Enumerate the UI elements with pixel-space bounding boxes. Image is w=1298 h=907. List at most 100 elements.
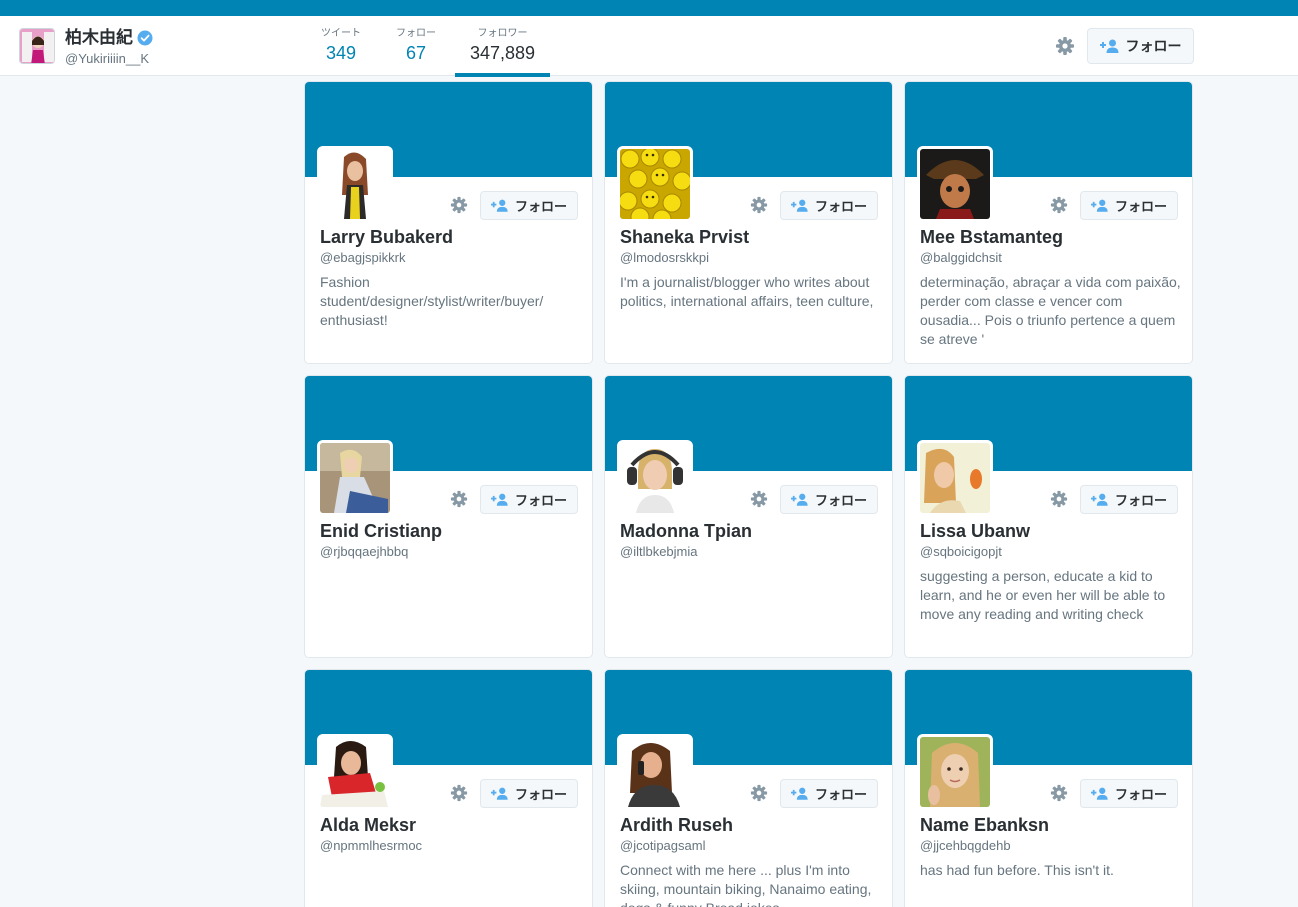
user-handle: @lmodosrskkpi [620, 250, 710, 265]
follow-button-label: フォロー [1125, 38, 1182, 54]
user-handle: @sqboicigopjt [920, 544, 1002, 559]
user-avatar[interactable] [617, 146, 693, 222]
gear-icon[interactable] [450, 490, 468, 508]
user-bio: determinação, abraçar a vida com paixão,… [920, 274, 1181, 347]
person-plus-icon [490, 493, 508, 506]
user-avatar[interactable] [317, 440, 393, 516]
gear-icon[interactable] [1050, 490, 1068, 508]
tab-tweets[interactable]: ツイート 349 [305, 16, 377, 76]
user-avatar[interactable] [317, 146, 393, 222]
person-plus-icon [790, 787, 808, 800]
verified-badge-icon [137, 30, 153, 46]
user-card[interactable]: フォロー Mee Bstamanteg @balggidchsit determ… [904, 81, 1193, 364]
tab-following[interactable]: フォロー 67 [377, 16, 455, 76]
user-name[interactable]: Alda Meksr [320, 815, 416, 836]
user-name[interactable]: Shaneka Prvist [620, 227, 749, 248]
user-handle: @npmmlhesrmoc [320, 838, 423, 853]
follow-button[interactable]: フォロー [1080, 191, 1178, 220]
profile-handle: @Yukiriiiin__K [65, 51, 150, 66]
gear-icon[interactable] [450, 196, 468, 214]
follow-button[interactable]: フォロー [1080, 485, 1178, 514]
gear-icon[interactable] [750, 196, 768, 214]
follow-button[interactable]: フォロー [480, 485, 578, 514]
user-avatar[interactable] [617, 734, 693, 810]
profile-summary[interactable]: 柏木由紀 @Yukiriiiin__K [19, 28, 153, 67]
follow-button-label: フォロー [1114, 787, 1167, 802]
profile-avatar[interactable] [19, 28, 55, 64]
follow-button-label: フォロー [814, 199, 867, 214]
person-plus-icon [1090, 199, 1108, 212]
user-name[interactable]: Enid Cristianp [320, 521, 442, 542]
user-handle: @jcotipagsaml [620, 838, 706, 853]
user-card[interactable]: フォロー Shaneka Prvist @lmodosrskkpi I'm a … [604, 81, 893, 364]
gear-icon[interactable] [750, 490, 768, 508]
user-handle: @ebagjspikkrk [320, 250, 406, 265]
user-card[interactable]: フォロー Ardith Ruseh @jcotipagsaml Connect … [604, 669, 893, 907]
user-avatar[interactable] [917, 734, 993, 810]
user-bio: Connect with me here ... plus I'm into s… [620, 862, 872, 907]
follow-button[interactable]: フォロー [1080, 779, 1178, 808]
user-handle: @rjbqqaejhbbq [320, 544, 409, 559]
user-card[interactable]: フォロー Madonna Tpian @iltlbkebjmia [604, 375, 893, 658]
follow-button-label: フォロー [814, 787, 867, 802]
follow-button-label: フォロー [814, 493, 867, 508]
gear-icon[interactable] [750, 784, 768, 802]
user-name[interactable]: Name Ebanksn [920, 815, 1049, 836]
user-avatar[interactable] [317, 734, 393, 810]
person-plus-icon [1090, 493, 1108, 506]
person-plus-icon [490, 787, 508, 800]
user-avatar[interactable] [617, 440, 693, 516]
stat-label-followers: フォロワー [477, 28, 528, 39]
followers-grid: フォロー Larry Bubakerd @ebagjspikkrk Fashio… [304, 81, 1193, 907]
profile-follow-button[interactable]: フォロー [1087, 28, 1194, 64]
follow-button[interactable]: フォロー [780, 485, 878, 514]
user-name[interactable]: Larry Bubakerd [320, 227, 453, 248]
gear-icon[interactable] [450, 784, 468, 802]
user-card[interactable]: フォロー Lissa Ubanw @sqboicigopjt suggestin… [904, 375, 1193, 658]
user-avatar[interactable] [917, 146, 993, 222]
user-card[interactable]: フォロー Enid Cristianp @rjbqqaejhbbq [304, 375, 593, 658]
user-card[interactable]: フォロー Name Ebanksn @jjcehbqgdehb has had … [904, 669, 1193, 907]
user-bio: I'm a journalist/blogger who writes abou… [620, 274, 874, 309]
user-name[interactable]: Mee Bstamanteg [920, 227, 1063, 248]
follow-button-label: フォロー [1114, 493, 1167, 508]
stat-value-following: 67 [405, 43, 427, 63]
user-name[interactable]: Madonna Tpian [620, 521, 752, 542]
user-card[interactable]: フォロー Alda Meksr @npmmlhesrmoc [304, 669, 593, 907]
follow-button[interactable]: フォロー [780, 779, 878, 808]
user-bio: has had fun before. This isn't it. [920, 862, 1114, 878]
follow-button[interactable]: フォロー [780, 191, 878, 220]
follow-button-label: フォロー [514, 493, 567, 508]
user-handle: @balggidchsit [920, 250, 1002, 265]
user-bio: suggesting a person, educate a kid to le… [920, 568, 1166, 622]
user-bio: Fashion student/designer/stylist/writer/… [320, 274, 544, 328]
user-card[interactable]: フォロー Larry Bubakerd @ebagjspikkrk Fashio… [304, 81, 593, 364]
follow-button-label: フォロー [514, 787, 567, 802]
profile-navbar: 柏木由紀 @Yukiriiiin__K ツイート 349 フォロー 67 フォロ… [0, 16, 1298, 77]
gear-icon[interactable] [1050, 196, 1068, 214]
tab-followers[interactable]: フォロワー 347,889 [455, 16, 550, 77]
stat-value-followers: 347,889 [469, 43, 536, 63]
stat-label-tweets: ツイート [321, 28, 361, 39]
follow-button-label: フォロー [514, 199, 567, 214]
follow-button-label: フォロー [1114, 199, 1167, 214]
user-name[interactable]: Ardith Ruseh [620, 815, 733, 836]
follow-button[interactable]: フォロー [480, 191, 578, 220]
profile-name[interactable]: 柏木由紀 [65, 28, 133, 48]
gear-icon[interactable] [1050, 784, 1068, 802]
gear-icon[interactable] [1055, 36, 1075, 56]
stat-value-tweets: 349 [325, 43, 357, 63]
user-handle: @iltlbkebjmia [620, 544, 698, 559]
profile-stats-nav: ツイート 349 フォロー 67 フォロワー 347,889 [305, 16, 550, 77]
user-avatar[interactable] [917, 440, 993, 516]
user-handle: @jjcehbqgdehb [920, 838, 1011, 853]
follow-button[interactable]: フォロー [480, 779, 578, 808]
person-plus-icon [490, 199, 508, 212]
person-plus-icon [1099, 39, 1118, 53]
stat-label-following: フォロー [396, 28, 436, 39]
person-plus-icon [1090, 787, 1108, 800]
person-plus-icon [790, 199, 808, 212]
person-plus-icon [790, 493, 808, 506]
user-name[interactable]: Lissa Ubanw [920, 521, 1030, 542]
top-color-strip [0, 0, 1298, 16]
